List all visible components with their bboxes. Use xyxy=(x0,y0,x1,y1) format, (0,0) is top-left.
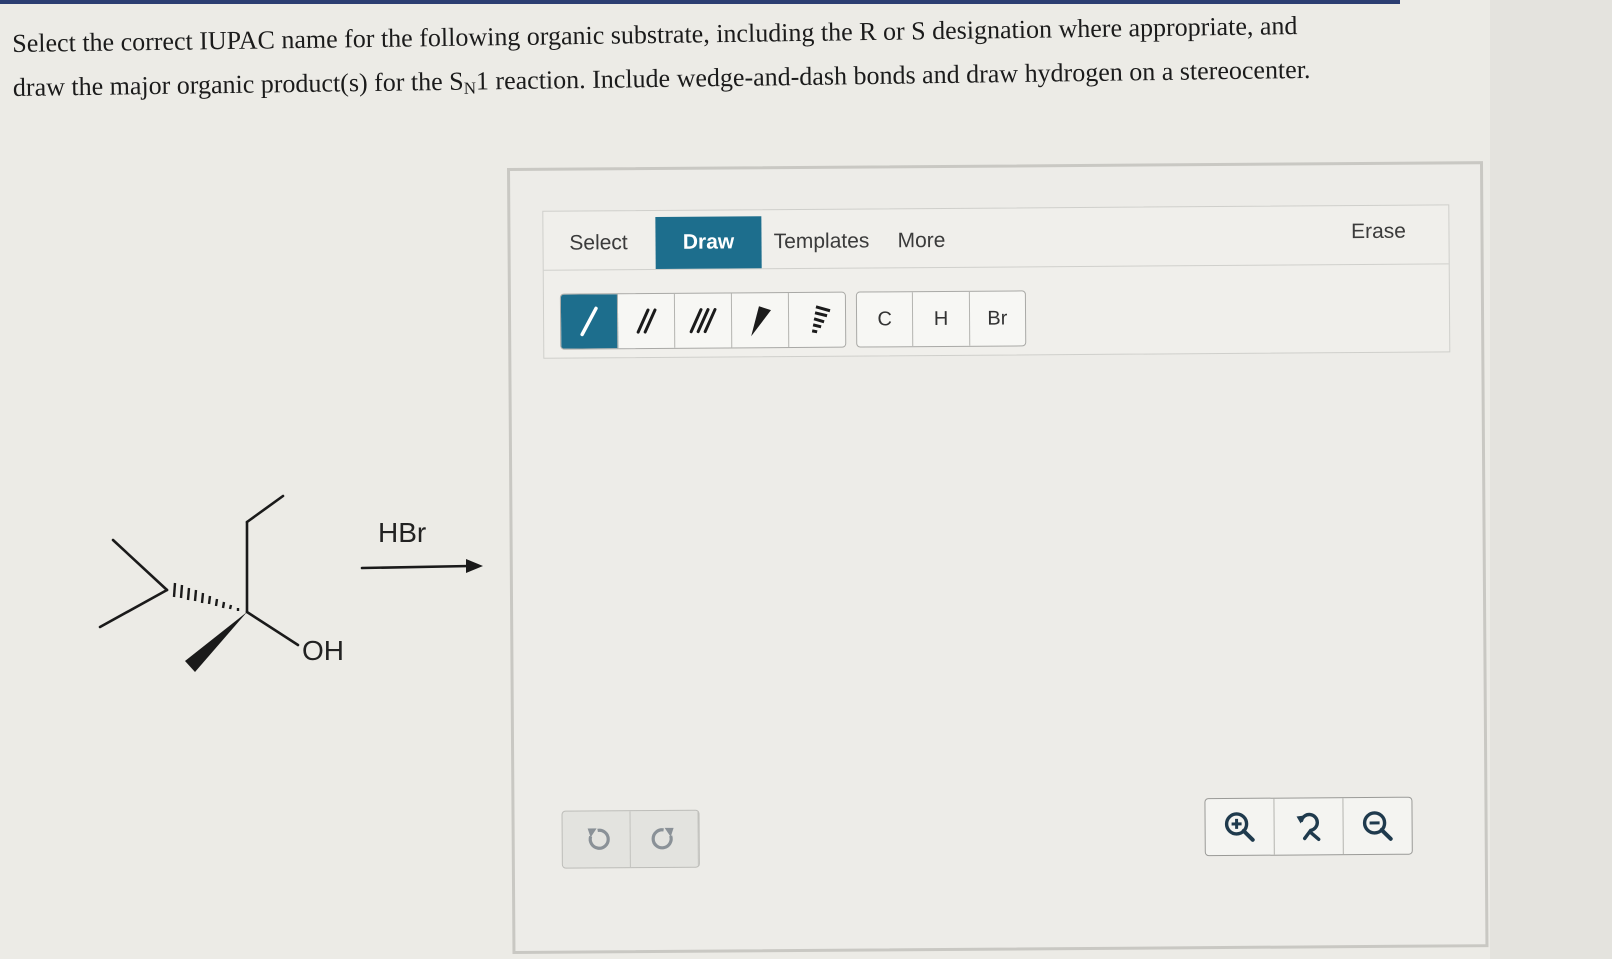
dash-bond-button[interactable] xyxy=(789,293,845,347)
zoom-out-icon xyxy=(1362,811,1393,841)
atom-bromine-button[interactable]: Br xyxy=(970,291,1026,345)
tab-select[interactable]: Select xyxy=(543,217,653,270)
reagent-label: HBr xyxy=(378,517,427,548)
question-line-2-start: draw the major organic product(s) for th… xyxy=(12,66,464,102)
history-controls xyxy=(561,809,700,869)
right-margin xyxy=(1490,0,1612,959)
double-bond-button[interactable] xyxy=(617,293,676,349)
dash-bond-icon xyxy=(811,305,831,334)
tab-templates[interactable]: Templates xyxy=(765,215,877,268)
page: Select the correct IUPAC name for the fo… xyxy=(0,0,1490,959)
hydroxyl-label: OH xyxy=(302,635,344,666)
wedge-bond-methyl xyxy=(185,612,247,672)
double-bond-icon xyxy=(636,308,657,334)
zoom-reset-button[interactable] xyxy=(1274,798,1344,855)
tab-more[interactable]: More xyxy=(885,215,957,268)
redo-icon xyxy=(651,827,674,850)
sn1-subscript: N xyxy=(463,78,477,98)
editor-toolbar: Select Draw Templates More Erase C H Br xyxy=(542,204,1451,359)
bond-tools xyxy=(559,291,847,350)
wedge-bond-button[interactable] xyxy=(731,293,790,348)
atom-hydrogen-button[interactable]: H xyxy=(913,291,970,347)
editor-tabs: Select Draw Templates More Erase xyxy=(543,205,1449,271)
tab-draw[interactable]: Draw xyxy=(655,216,762,269)
undo-icon xyxy=(587,828,610,850)
zoom-in-button[interactable] xyxy=(1205,798,1275,856)
bond-isopropyl-upper xyxy=(111,538,169,592)
bond-isopropyl-lower xyxy=(98,588,169,629)
single-bond-button[interactable] xyxy=(560,294,619,349)
question-text: Select the correct IUPAC name for the fo… xyxy=(12,2,1453,117)
structure-editor[interactable]: Select Draw Templates More Erase C H Br xyxy=(507,161,1489,954)
atom-carbon-button[interactable]: C xyxy=(856,292,914,347)
bond-ethyl-terminal xyxy=(245,494,285,524)
undo-button[interactable] xyxy=(562,811,631,868)
zoom-reset-icon xyxy=(1296,812,1321,842)
triple-bond-button[interactable] xyxy=(674,293,733,348)
zoom-controls xyxy=(1204,796,1413,857)
erase-button[interactable]: Erase xyxy=(1333,206,1423,259)
wedge-bond-icon xyxy=(751,306,771,337)
question-line-2-end: 1 reaction. Include wedge-and-dash bonds… xyxy=(475,54,1311,96)
bond-c-oh xyxy=(245,610,300,647)
zoom-in-icon xyxy=(1224,812,1255,842)
arrow-head xyxy=(466,559,483,573)
substrate-structure xyxy=(98,494,483,672)
atom-tools: C H Br xyxy=(855,290,1027,348)
arrow-shaft xyxy=(360,564,472,570)
single-bond-icon xyxy=(580,306,598,337)
dash-bond-isopropyl xyxy=(172,582,240,611)
top-accent-bar xyxy=(0,0,1400,4)
zoom-out-button[interactable] xyxy=(1343,798,1411,854)
triple-bond-icon xyxy=(689,308,717,334)
redo-button[interactable] xyxy=(630,810,699,868)
